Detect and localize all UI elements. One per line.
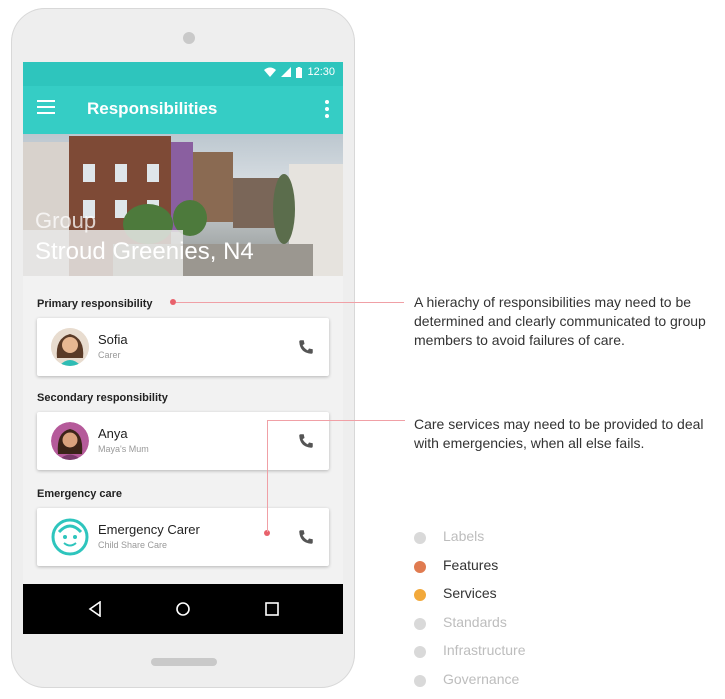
contact-role: Maya's Mum xyxy=(98,444,149,454)
app-bar: Responsibilities xyxy=(23,86,343,134)
home-icon[interactable] xyxy=(175,601,191,617)
contact-card-emergency-carer[interactable]: Emergency Carer Child Share Care xyxy=(37,508,329,566)
legend-label: Services xyxy=(443,585,497,601)
contact-card-sofia[interactable]: Sofia Carer xyxy=(37,318,329,376)
person-photo-icon xyxy=(51,328,89,366)
group-name: Stroud Greenies, N4 xyxy=(35,238,254,265)
speaker-bar xyxy=(151,658,217,666)
annotation-connector-emergency-vertical xyxy=(267,420,268,532)
section-label-secondary: Secondary responsibility xyxy=(37,392,168,404)
legend-dot xyxy=(414,674,426,687)
legend-dot xyxy=(414,589,426,601)
contact-name: Anya xyxy=(98,426,128,441)
contact-role: Carer xyxy=(98,350,121,360)
hamburger-menu-icon[interactable] xyxy=(37,100,55,114)
section-label-emergency: Emergency care xyxy=(37,488,122,500)
legend-label: Features xyxy=(443,556,499,573)
legend-label: Standards xyxy=(443,613,507,630)
legend-dot xyxy=(414,532,426,544)
section-label-primary: Primary responsibility xyxy=(37,298,153,310)
phone-icon[interactable] xyxy=(297,528,315,546)
signal-icon xyxy=(281,67,292,77)
legend-dot xyxy=(414,560,426,573)
status-icons: 12:30 xyxy=(264,66,335,78)
annotation-hierarchy: A hierachy of responsibilities may need … xyxy=(414,294,706,348)
avatar xyxy=(51,518,89,556)
android-nav-bar xyxy=(23,584,343,634)
contact-role: Child Share Care xyxy=(98,540,168,550)
legend-dot xyxy=(414,617,426,630)
legend-label: Labels xyxy=(443,528,485,544)
legend-label: Infrastructure xyxy=(443,642,526,658)
back-icon[interactable] xyxy=(87,601,103,617)
phone-screen: 12:30 Responsibilities Group Stroud Gree… xyxy=(23,62,343,634)
person-photo-icon xyxy=(51,422,89,460)
avatar xyxy=(51,422,89,460)
wifi-icon xyxy=(264,67,277,77)
group-hero-image: Group Stroud Greenies, N4 xyxy=(23,134,343,276)
legend-dot xyxy=(414,646,426,658)
contact-name: Emergency Carer xyxy=(98,522,200,537)
phone-icon[interactable] xyxy=(297,432,315,450)
legend-label: Governance xyxy=(443,670,520,687)
hero-overline: Group xyxy=(35,208,97,233)
more-options-icon[interactable] xyxy=(325,100,329,118)
recent-apps-icon[interactable] xyxy=(264,601,280,617)
annotation-emergency: Care services may need to be provided to… xyxy=(414,416,704,451)
avatar xyxy=(51,328,89,366)
status-bar: 12:30 xyxy=(23,62,343,86)
contact-name: Sofia xyxy=(98,332,128,347)
camera-dot xyxy=(183,32,195,44)
status-time: 12:30 xyxy=(307,66,335,78)
page-title: Responsibilities xyxy=(87,99,218,118)
battery-icon xyxy=(296,66,303,78)
annotation-connector-primary xyxy=(176,302,404,303)
phone-icon[interactable] xyxy=(297,338,315,356)
annotation-connector-emergency-horizontal xyxy=(267,420,405,421)
child-face-icon xyxy=(51,518,89,556)
